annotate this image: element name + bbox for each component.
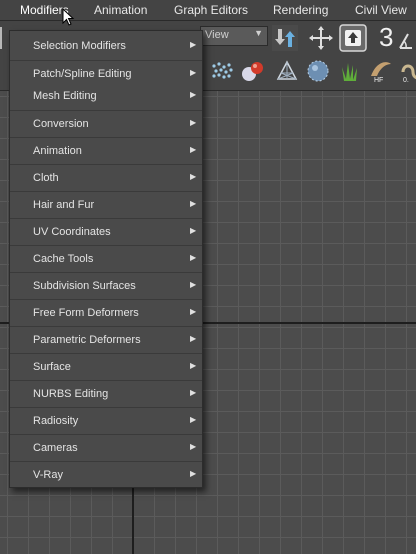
menu-item-free-form-deformers[interactable]: Free Form Deformers ▶: [10, 299, 202, 326]
menu-item-label: V-Ray: [33, 469, 63, 481]
menu-item-hair-and-fur[interactable]: Hair and Fur ▶: [10, 191, 202, 218]
chevron-right-icon: ▶: [190, 40, 197, 49]
chevron-right-icon: ▶: [190, 307, 197, 316]
menu-item-label: Radiosity: [33, 415, 79, 427]
menu-item-surface[interactable]: Surface ▶: [10, 353, 202, 380]
menu-graph-editors[interactable]: Graph Editors: [174, 3, 248, 17]
menu-item-v-ray[interactable]: V-Ray ▶: [10, 461, 202, 488]
menu-item-cache-tools[interactable]: Cache Tools ▶: [10, 245, 202, 272]
menu-item-label: Free Form Deformers: [33, 307, 139, 319]
menu-item-label: Conversion: [33, 118, 89, 130]
crosshair-move-icon[interactable]: [308, 25, 334, 51]
dotted-sphere-icon[interactable]: [306, 59, 330, 83]
geometry-icon[interactable]: [275, 59, 299, 83]
menu-item-cameras[interactable]: Cameras ▶: [10, 434, 202, 461]
menu-item-subdivision-surfaces[interactable]: Subdivision Surfaces ▶: [10, 272, 202, 299]
menu-item-parametric-deformers[interactable]: Parametric Deformers ▶: [10, 326, 202, 353]
menu-item-label: Hair and Fur: [33, 199, 95, 211]
menu-item-label: NURBS Editing: [33, 388, 109, 400]
menu-item-label: UV Coordinates: [33, 226, 111, 238]
menu-item-radiosity[interactable]: Radiosity ▶: [10, 407, 202, 434]
menu-item-animation[interactable]: Animation ▶: [10, 137, 202, 164]
svg-text:0.: 0.: [403, 77, 409, 84]
menu-item-label: Cache Tools: [33, 253, 94, 265]
svg-text:HF: HF: [374, 77, 383, 84]
menu-rendering[interactable]: Rendering: [273, 3, 328, 17]
modifiers-menu: Selection Modifiers ▶ Patch/Spline Editi…: [9, 30, 203, 488]
material-sphere-icon[interactable]: [240, 59, 266, 83]
grass-icon[interactable]: [338, 59, 362, 83]
angle-snap-icon[interactable]: [398, 28, 416, 50]
menu-item-cloth[interactable]: Cloth ▶: [10, 164, 202, 191]
chevron-right-icon: ▶: [190, 199, 197, 208]
snap-toggle-3-icon[interactable]: 3: [379, 22, 393, 53]
menu-item-label: Patch/Spline Editing: [33, 68, 132, 80]
chevron-right-icon: ▶: [190, 388, 197, 397]
infinity-icon[interactable]: 0.: [401, 60, 416, 84]
chevron-right-icon: ▶: [190, 469, 197, 478]
menu-item-label: Cloth: [33, 172, 59, 184]
chevron-right-icon: ▶: [190, 253, 197, 262]
chevron-right-icon: ▶: [190, 145, 197, 154]
menu-item-label: Animation: [33, 145, 82, 157]
chevron-right-icon: ▶: [190, 415, 197, 424]
hair-fur-icon[interactable]: HF: [368, 58, 394, 84]
chevron-right-icon: ▶: [190, 361, 197, 370]
menu-item-uv-coordinates[interactable]: UV Coordinates ▶: [10, 218, 202, 245]
particles-icon[interactable]: [210, 60, 234, 82]
menu-item-nurbs-editing[interactable]: NURBS Editing ▶: [10, 380, 202, 407]
chevron-right-icon: ▶: [190, 226, 197, 235]
menu-item-mesh-editing[interactable]: Mesh Editing ▶: [10, 83, 202, 109]
mouse-cursor-icon: [62, 8, 75, 26]
chevron-right-icon: ▶: [190, 118, 197, 127]
menu-item-conversion[interactable]: Conversion ▶: [10, 110, 202, 137]
chevron-right-icon: ▶: [190, 280, 197, 289]
menu-animation[interactable]: Animation: [94, 3, 147, 17]
chevron-right-icon: ▶: [190, 172, 197, 181]
menu-item-label: Surface: [33, 361, 71, 373]
menu-item-label: Mesh Editing: [33, 90, 97, 102]
menu-item-label: Subdivision Surfaces: [33, 280, 136, 292]
chevron-right-icon: ▶: [190, 68, 197, 77]
select-up-icon[interactable]: [339, 24, 367, 52]
menu-civil-view[interactable]: Civil View: [355, 3, 407, 17]
chevron-right-icon: ▶: [190, 90, 197, 99]
menu-item-label: Cameras: [33, 442, 78, 454]
chevron-right-icon: ▶: [190, 334, 197, 343]
chevron-down-icon: ▼: [254, 28, 263, 38]
menu-item-selection-modifiers[interactable]: Selection Modifiers ▶: [10, 33, 202, 59]
menu-item-label: Parametric Deformers: [33, 334, 141, 346]
chevron-right-icon: ▶: [190, 442, 197, 451]
menu-item-label: Selection Modifiers: [33, 40, 126, 52]
move-arrows-icon[interactable]: [272, 25, 298, 51]
reference-coordinate-value: View: [205, 29, 229, 41]
reference-coordinate-select[interactable]: View ▼: [200, 26, 268, 46]
snap-number: 3: [379, 22, 394, 52]
